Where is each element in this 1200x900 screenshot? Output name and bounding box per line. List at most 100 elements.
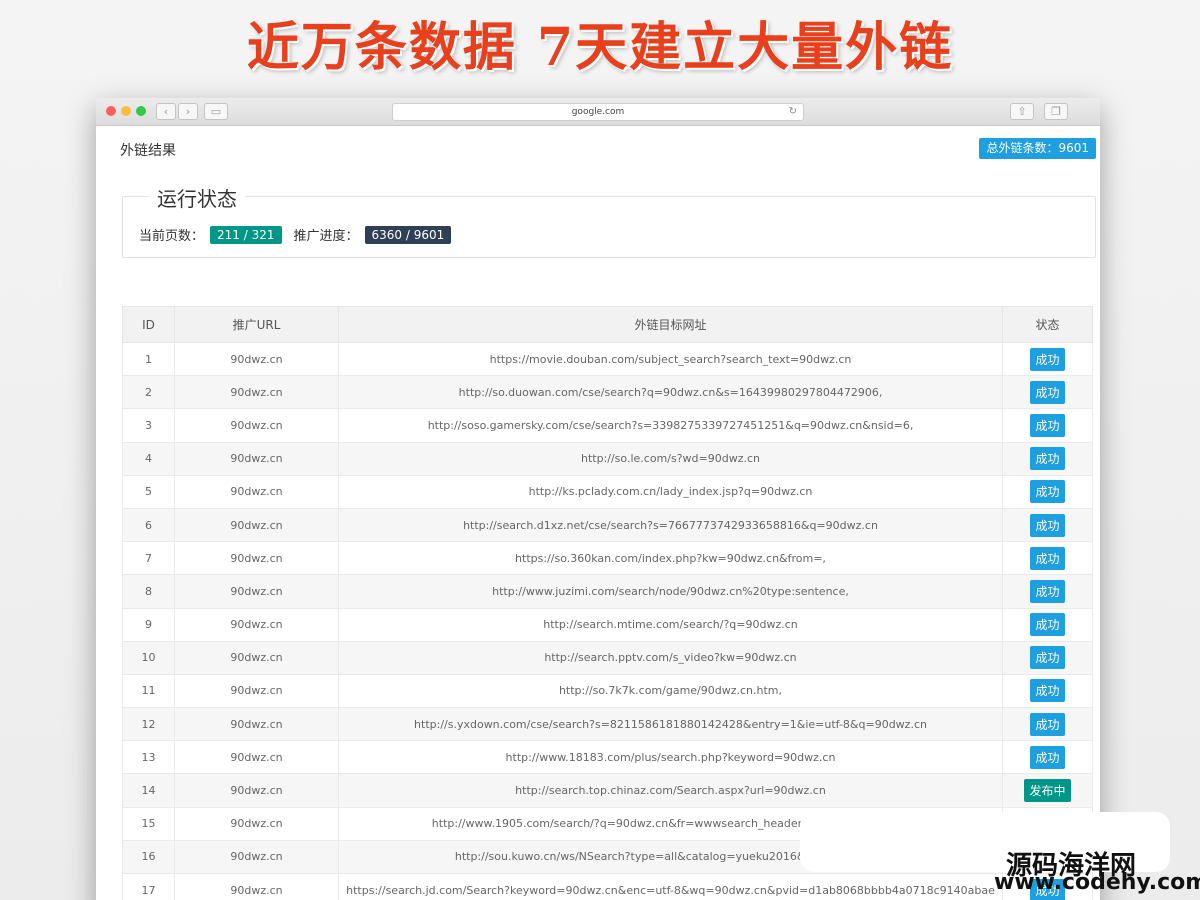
minimize-window-icon[interactable] <box>121 106 131 116</box>
share-icon[interactable]: ⇧ <box>1010 103 1034 120</box>
cell-target-url[interactable]: http://search.d1xz.net/cse/search?s=7667… <box>338 507 1003 543</box>
cell-id: 10 <box>122 640 175 675</box>
address-bar-url: google.com <box>571 107 625 117</box>
table-row: 17 90dwz.cn https://search.jd.com/Search?k… <box>122 872 1093 900</box>
status-badge: 成功 <box>1030 546 1065 570</box>
status-badge: 成功 <box>1030 513 1065 537</box>
cell-target-url[interactable]: https://movie.douban.com/subject_search?… <box>338 341 1003 377</box>
cell-target-url[interactable]: http://ks.pclady.com.cn/lady_index.jsp?q… <box>338 474 1003 509</box>
cell-id: 17 <box>122 872 175 900</box>
table-row: 12 90dwz.cn http://s.yxdown.com/cse/search… <box>122 707 1093 742</box>
cell-status: 成功 <box>1002 341 1093 377</box>
cell-status: 成功 <box>1002 541 1093 576</box>
status-badge: 成功 <box>1030 380 1065 404</box>
status-badge: 成功 <box>1030 347 1065 371</box>
cell-id: 14 <box>122 773 175 808</box>
cell-id: 2 <box>122 375 175 410</box>
browser-window: ‹ › ▭ google.com ↻ ⇧ ❐ 外链结果 总外链条数：9601 运… <box>96 98 1100 900</box>
cell-target-url[interactable]: http://www.juzimi.com/search/node/90dwz.… <box>338 574 1003 609</box>
cell-target-url[interactable]: http://s.yxdown.com/cse/search?s=8211586… <box>338 707 1003 742</box>
cell-status: 成功 <box>1002 574 1093 609</box>
table-row: 13 90dwz.cn http://www.18183.com/plus/sear… <box>122 740 1093 775</box>
status-badge: 成功 <box>1030 447 1065 471</box>
cell-id: 9 <box>122 607 175 642</box>
cell-promo-url: 90dwz.cn <box>174 541 339 576</box>
cell-promo-url: 90dwz.cn <box>174 806 339 841</box>
status-badge: 成功 <box>1030 679 1065 703</box>
cell-promo-url: 90dwz.cn <box>174 375 339 410</box>
cell-id: 1 <box>122 341 175 377</box>
status-badge: 成功 <box>1030 413 1065 437</box>
cell-status: 成功 <box>1002 640 1093 675</box>
cell-id: 8 <box>122 574 175 609</box>
cell-target-url[interactable]: http://so.le.com/s?wd=90dwz.cn <box>338 441 1003 476</box>
column-header-target: 外链目标网址 <box>338 306 1003 343</box>
table-row: 1 90dwz.cn https://movie.douban.com/subjec… <box>122 341 1093 377</box>
column-header-url: 推广URL <box>174 306 339 343</box>
status-badge: 发布中 <box>1024 779 1071 803</box>
progress-badge: 6360 / 9601 <box>364 225 452 244</box>
cell-target-url[interactable]: http://search.top.chinaz.com/Search.aspx… <box>338 773 1003 808</box>
cell-status: 成功 <box>1002 375 1093 410</box>
cell-promo-url: 90dwz.cn <box>174 574 339 609</box>
cell-promo-url: 90dwz.cn <box>174 341 339 377</box>
cell-promo-url: 90dwz.cn <box>174 408 339 443</box>
table-row: 6 90dwz.cn http://search.d1xz.net/cse/sear… <box>122 507 1093 543</box>
maximize-window-icon[interactable] <box>136 106 146 116</box>
reload-icon[interactable]: ↻ <box>789 104 797 120</box>
cell-id: 11 <box>122 673 175 709</box>
table-row: 11 90dwz.cn http://so.7k7k.com/game/90dwz.… <box>122 673 1093 709</box>
close-window-icon[interactable] <box>106 106 116 116</box>
cell-id: 7 <box>122 541 175 576</box>
cell-id: 12 <box>122 707 175 742</box>
tabs-overview-icon[interactable]: ❐ <box>1044 103 1068 120</box>
table-row: 3 90dwz.cn http://soso.gamersky.com/cse/se… <box>122 408 1093 443</box>
table-row: 5 90dwz.cn http://ks.pclady.com.cn/lady_in… <box>122 474 1093 509</box>
cell-status: 成功 <box>1002 707 1093 742</box>
cell-id: 13 <box>122 740 175 775</box>
column-header-status: 状态 <box>1002 306 1093 343</box>
status-badge: 成功 <box>1030 745 1065 769</box>
cell-status: 成功 <box>1002 507 1093 543</box>
cell-target-url[interactable]: http://search.mtime.com/search/?q=90dwz.… <box>338 607 1003 642</box>
cell-target-url[interactable]: https://so.360kan.com/index.php?kw=90dwz… <box>338 541 1003 576</box>
cell-promo-url: 90dwz.cn <box>174 640 339 675</box>
cell-target-url[interactable]: http://so.7k7k.com/game/90dwz.cn.htm, <box>338 673 1003 709</box>
promo-banner-title: 近万条数据 7天建立大量外链 <box>246 17 954 78</box>
cell-id: 16 <box>122 839 175 875</box>
status-badge: 成功 <box>1030 712 1065 736</box>
status-badge: 成功 <box>1030 579 1065 603</box>
cell-promo-url: 90dwz.cn <box>174 740 339 775</box>
table-row: 4 90dwz.cn http://so.le.com/s?wd=90dwz.cn 成… <box>122 441 1093 476</box>
cell-id: 6 <box>122 507 175 543</box>
table-row: 9 90dwz.cn http://search.mtime.com/search/… <box>122 607 1093 642</box>
cell-promo-url: 90dwz.cn <box>174 607 339 642</box>
cell-target-url[interactable]: https://search.jd.com/Search?keyword=90d… <box>338 872 1003 900</box>
watermark-url: www.codehy.com <box>994 870 1200 895</box>
cell-promo-url: 90dwz.cn <box>174 441 339 476</box>
cell-promo-url: 90dwz.cn <box>174 773 339 808</box>
cell-id: 3 <box>122 408 175 443</box>
progress-label: 推广进度： <box>293 229 359 244</box>
cell-id: 4 <box>122 441 175 476</box>
cell-target-url[interactable]: http://so.duowan.com/cse/search?q=90dwz.… <box>338 375 1003 410</box>
address-bar[interactable]: google.com ↻ <box>392 103 804 121</box>
forward-arrow-icon[interactable]: › <box>178 103 198 120</box>
cell-promo-url: 90dwz.cn <box>174 872 339 900</box>
cell-target-url[interactable]: http://www.18183.com/plus/search.php?key… <box>338 740 1003 775</box>
cell-target-url[interactable]: http://search.pptv.com/s_video?kw=90dwz.… <box>338 640 1003 675</box>
back-arrow-icon[interactable]: ‹ <box>156 103 176 120</box>
cell-id: 5 <box>122 474 175 509</box>
total-links-badge: 总外链条数：9601 <box>979 138 1096 159</box>
table-row: 7 90dwz.cn https://so.360kan.com/index.php… <box>122 541 1093 576</box>
sidebar-toggle-icon[interactable]: ▭ <box>204 103 228 120</box>
cell-status: 成功 <box>1002 408 1093 443</box>
cell-promo-url: 90dwz.cn <box>174 707 339 742</box>
status-badge: 成功 <box>1030 480 1065 504</box>
cell-target-url[interactable]: http://soso.gamersky.com/cse/search?s=33… <box>338 408 1003 443</box>
status-badge: 成功 <box>1030 613 1065 637</box>
table-header-row: ID 推广URL 外链目标网址 状态 <box>122 306 1093 343</box>
cell-promo-url: 90dwz.cn <box>174 673 339 709</box>
cell-promo-url: 90dwz.cn <box>174 839 339 875</box>
results-table: ID 推广URL 外链目标网址 状态 1 90dwz.cn https://movi… <box>122 306 1093 900</box>
